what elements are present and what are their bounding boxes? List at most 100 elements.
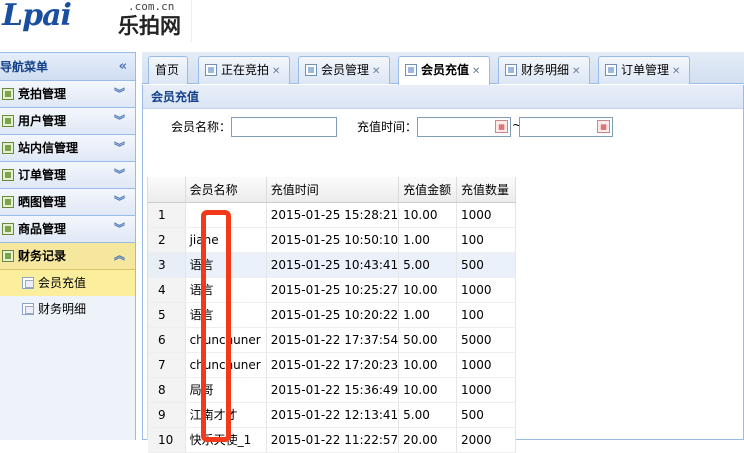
tab-home[interactable]: 首页: [148, 56, 188, 84]
sidebar-item-label: 商品管理: [18, 222, 67, 236]
tab-member-recharge[interactable]: 会员充值 ✕: [398, 56, 490, 85]
time-to-input[interactable]: ▦: [519, 117, 613, 137]
column-header-quantity[interactable]: 充值数量: [456, 177, 517, 203]
tab-member-management[interactable]: 会员管理 ✕: [298, 56, 390, 84]
sidebar-title: 导航菜单 «: [0, 53, 135, 81]
cell-amount: 1.00: [398, 302, 457, 328]
chevron-down-icon: ︾: [114, 87, 125, 100]
cell-recharge-time: 2015-01-22 15:36:49: [266, 377, 400, 403]
chevron-down-icon: ︾: [114, 141, 125, 154]
sidebar-item-label: 晒图管理: [18, 195, 67, 209]
cell-quantity: 1000: [456, 352, 517, 378]
cell-quantity: 1000: [456, 377, 517, 403]
folder-icon: [2, 88, 14, 100]
close-icon[interactable]: ✕: [372, 66, 380, 77]
sidebar-item-label: 财务记录: [18, 249, 67, 263]
cell-recharge-time: 2015-01-25 10:25:27: [266, 277, 400, 303]
tab-label: 会员充值: [421, 63, 470, 77]
cell-quantity: 100: [456, 302, 517, 328]
close-icon[interactable]: ✕: [272, 66, 280, 77]
calendar-icon[interactable]: ▦: [495, 120, 508, 133]
folder-icon: [2, 169, 14, 181]
cell-recharge-time: 2015-01-25 10:20:22: [266, 302, 400, 328]
window-icon: [22, 303, 34, 315]
sidebar-item-label: 订单管理: [18, 168, 67, 182]
cell-recharge-time: 2015-01-22 17:20:23: [266, 352, 400, 378]
row-number: 7: [148, 352, 186, 378]
tab-label: 首页: [155, 63, 180, 77]
cell-quantity: 500: [456, 252, 517, 278]
tab-label: 正在竞拍: [221, 63, 270, 77]
cell-amount: 10.00: [398, 352, 457, 378]
sidebar-subitem-label: 会员充值: [38, 276, 87, 290]
row-number: 8: [148, 377, 186, 403]
tab-label: 订单管理: [621, 63, 670, 77]
cell-amount: 10.00: [398, 202, 457, 228]
time-from-input[interactable]: ▦: [417, 117, 511, 137]
cell-amount: 10.00: [398, 377, 457, 403]
tab-page-icon: [505, 64, 517, 76]
cell-quantity: 500: [456, 402, 517, 428]
tab-label: 会员管理: [321, 63, 370, 77]
tab-page-icon: [605, 64, 617, 76]
collapse-icon[interactable]: «: [119, 53, 127, 81]
folder-icon: [2, 223, 14, 235]
sidebar-subitem-finance-detail[interactable]: 财务明细: [0, 296, 135, 322]
row-number: 9: [148, 402, 186, 428]
tab-finance-detail[interactable]: 财务明细 ✕: [498, 56, 590, 84]
sidebar-item-products[interactable]: 商品管理 ︾: [0, 216, 135, 243]
recharge-time-label: 充值时间：: [357, 120, 418, 134]
sidebar-item-finance[interactable]: 财务记录 ︽: [0, 243, 135, 270]
search-form: 会员名称： 充值时间： ▦ ~ ▦: [143, 110, 743, 142]
logo[interactable]: Lpai .com.cn 乐拍网: [0, 0, 192, 42]
column-header-recharge-time[interactable]: 充值时间: [266, 177, 400, 203]
sidebar-item-messages[interactable]: 站内信管理 ︾: [0, 135, 135, 162]
folder-icon: [2, 196, 14, 208]
sidebar-item-label: 站内信管理: [18, 141, 79, 155]
main-area: 首页 正在竞拍 ✕ 会员管理 ✕ 会员充值 ✕ 财务明细 ✕ 订单管理 ✕ 会员充值 会员…: [142, 52, 744, 453]
sidebar-item-orders[interactable]: 订单管理 ︾: [0, 162, 135, 189]
sidebar-item-users[interactable]: 用户管理 ︾: [0, 108, 135, 135]
cell-recharge-time: 2015-01-22 17:37:54: [266, 327, 400, 353]
chevron-down-icon: ︾: [114, 114, 125, 127]
cell-quantity: 100: [456, 227, 517, 253]
tab-page-icon: [305, 64, 317, 76]
cell-amount: 5.00: [398, 252, 457, 278]
column-header-rownum: [148, 177, 186, 203]
member-name-input[interactable]: [231, 117, 337, 137]
chevron-down-icon: ︾: [114, 168, 125, 181]
sidebar-subitem-recharge[interactable]: 会员充值: [0, 270, 135, 296]
tab-live-auction[interactable]: 正在竞拍 ✕: [198, 56, 290, 84]
cell-recharge-time: 2015-01-22 12:13:41: [266, 402, 400, 428]
row-number: 1: [148, 202, 186, 228]
row-number: 2: [148, 227, 186, 253]
folder-icon: [2, 115, 14, 127]
chevron-up-icon: ︽: [114, 249, 125, 262]
chevron-down-icon: ︾: [114, 222, 125, 235]
logo-cn-name: 乐拍网: [118, 14, 181, 38]
sidebar-item-photos[interactable]: 晒图管理 ︾: [0, 189, 135, 216]
cell-amount: 10.00: [398, 277, 457, 303]
cell-recharge-time: 2015-01-25 10:43:41: [266, 252, 400, 278]
close-icon[interactable]: ✕: [572, 66, 580, 77]
row-number: 5: [148, 302, 186, 328]
cell-recharge-time: 2015-01-25 10:50:10: [266, 227, 400, 253]
tab-label: 财务明细: [521, 63, 570, 77]
column-header-amount[interactable]: 充值金额: [398, 177, 457, 203]
sidebar-item-label: 竞拍管理: [18, 87, 67, 101]
column-header-member-name[interactable]: 会员名称: [185, 177, 267, 203]
sidebar-title-label: 导航菜单: [0, 60, 49, 74]
cell-quantity: 1000: [456, 202, 517, 228]
header: Lpai .com.cn 乐拍网: [0, 0, 744, 45]
logo-mark: Lpai: [2, 0, 72, 33]
close-icon[interactable]: ✕: [672, 66, 680, 77]
sidebar-item-label: 用户管理: [18, 114, 67, 128]
cell-quantity: 5000: [456, 327, 517, 353]
sidebar: 导航菜单 « 竞拍管理 ︾ 用户管理 ︾ 站内信管理 ︾ 订单管理 ︾ 晒图管理 ︾ 商品…: [0, 52, 136, 440]
calendar-icon[interactable]: ▦: [597, 120, 610, 133]
panel-title: 会员充值: [143, 85, 743, 109]
tab-order-management[interactable]: 订单管理 ✕: [598, 56, 690, 84]
chevron-down-icon: ︾: [114, 195, 125, 208]
sidebar-item-auction[interactable]: 竞拍管理 ︾: [0, 81, 135, 108]
close-icon[interactable]: ✕: [472, 66, 480, 77]
